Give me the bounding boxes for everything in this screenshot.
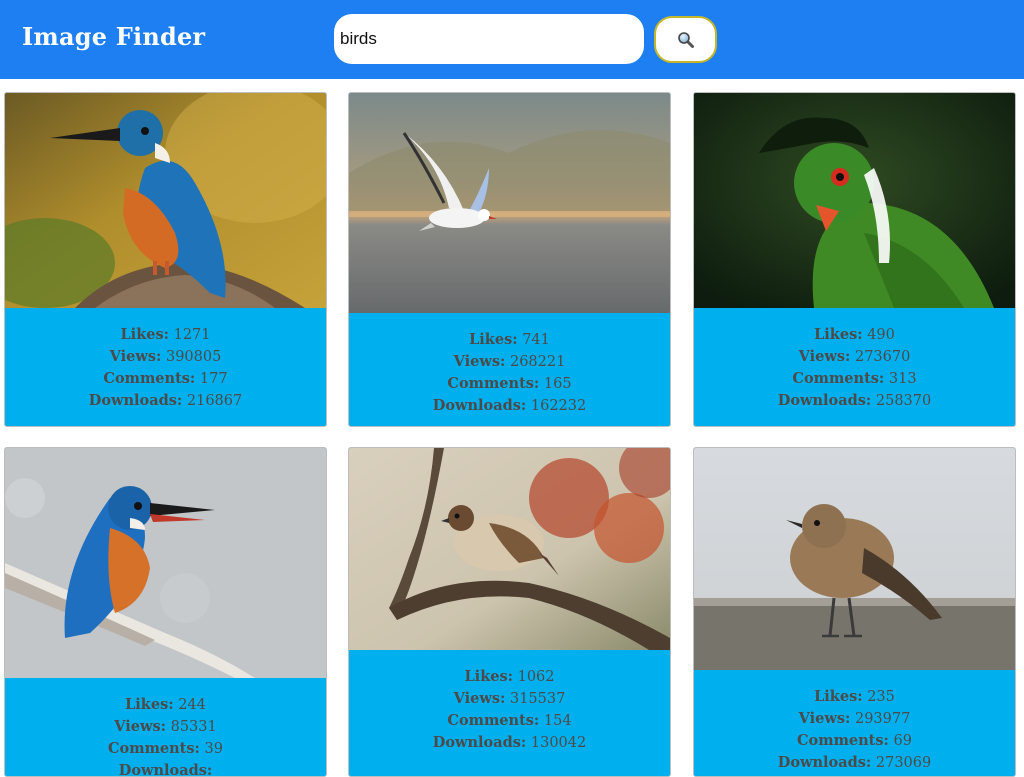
image-stats: Likes: 235 Views: 293977 Comments: 69 Do… [694, 670, 1015, 774]
downloads-value: 258370 [875, 393, 932, 409]
downloads-label: Downloads: [432, 397, 527, 414]
comments-label: Comments: [797, 732, 889, 749]
comments-label: Comments: [792, 370, 885, 387]
likes-value: 244 [178, 697, 206, 713]
downloads-value: 162232 [530, 398, 587, 414]
downloads-stat: Downloads: 130042 [349, 732, 670, 754]
downloads-stat: Downloads: 216867 [5, 390, 326, 412]
downloads-value: 130042 [530, 735, 587, 751]
comments-value: 313 [888, 371, 917, 387]
kingfisher-branch-image [5, 448, 326, 678]
views-stat: Views: 85331 [5, 716, 326, 738]
views-label: Views: [114, 718, 166, 735]
views-stat: Views: 315537 [349, 688, 670, 710]
likes-stat: Likes: 741 [349, 329, 670, 351]
likes-label: Likes: [464, 668, 513, 685]
likes-value: 1062 [517, 669, 555, 685]
brown-bird-image [694, 448, 1015, 670]
likes-stat: Likes: 244 [5, 694, 326, 716]
comments-stat: Comments: 154 [349, 710, 670, 732]
app-header: Image Finder [0, 0, 1024, 79]
downloads-label: Downloads: [777, 392, 872, 409]
downloads-value: 273069 [875, 755, 932, 771]
downloads-stat: Downloads: 162232 [349, 395, 670, 417]
downloads-stat: Downloads: [5, 760, 326, 777]
downloads-label: Downloads: [118, 762, 213, 777]
image-stats: Likes: 1062 Views: 315537 Comments: 154 … [349, 650, 670, 754]
views-label: Views: [798, 710, 851, 727]
image-card[interactable]: Likes: 1062 Views: 315537 Comments: 154 … [348, 447, 671, 777]
downloads-label: Downloads: [432, 734, 527, 751]
comments-label: Comments: [103, 370, 196, 387]
views-label: Views: [453, 690, 506, 707]
comments-label: Comments: [108, 740, 200, 757]
search-input[interactable] [334, 14, 644, 64]
image-stats: Likes: 741 Views: 268221 Comments: 165 D… [349, 313, 670, 417]
views-value: 273670 [854, 349, 911, 365]
comments-value: 165 [543, 376, 572, 392]
views-value: 293977 [854, 711, 911, 727]
comments-stat: Comments: 69 [694, 730, 1015, 752]
views-stat: Views: 273670 [694, 346, 1015, 368]
image-card[interactable]: Likes: 244 Views: 85331 Comments: 39 Dow… [4, 447, 327, 777]
seagull-image [349, 93, 670, 313]
views-label: Views: [453, 353, 506, 370]
downloads-label: Downloads: [777, 754, 872, 771]
views-stat: Views: 293977 [694, 708, 1015, 730]
views-value: 268221 [509, 354, 566, 370]
likes-label: Likes: [814, 688, 863, 705]
views-stat: Views: 390805 [5, 346, 326, 368]
sparrow-image [349, 448, 670, 650]
likes-stat: Likes: 490 [694, 324, 1015, 346]
likes-stat: Likes: 1062 [349, 666, 670, 688]
views-value: 85331 [170, 719, 217, 735]
comments-stat: Comments: 39 [5, 738, 326, 760]
image-stats: Likes: 244 Views: 85331 Comments: 39 Dow… [5, 678, 326, 777]
likes-value: 490 [867, 327, 895, 343]
turaco-image [694, 93, 1015, 308]
likes-label: Likes: [120, 326, 169, 343]
likes-label: Likes: [125, 696, 174, 713]
views-value: 390805 [165, 349, 222, 365]
comments-value: 154 [543, 713, 572, 729]
views-value: 315537 [509, 691, 566, 707]
downloads-stat: Downloads: 258370 [694, 390, 1015, 412]
likes-label: Likes: [814, 326, 863, 343]
likes-label: Likes: [469, 331, 518, 348]
downloads-value: 216867 [186, 393, 243, 409]
image-card[interactable]: Likes: 741 Views: 268221 Comments: 165 D… [348, 92, 671, 427]
likes-value: 1271 [173, 327, 211, 343]
image-stats: Likes: 490 Views: 273670 Comments: 313 D… [694, 308, 1015, 412]
app-title: Image Finder [22, 22, 206, 51]
comments-stat: Comments: 177 [5, 368, 326, 390]
comments-label: Comments: [447, 712, 540, 729]
likes-stat: Likes: 1271 [5, 324, 326, 346]
likes-value: 741 [522, 332, 550, 348]
views-label: Views: [109, 348, 162, 365]
search-icon [677, 31, 694, 48]
comments-value: 39 [204, 741, 223, 757]
downloads-label: Downloads: [88, 392, 183, 409]
comments-stat: Comments: 165 [349, 373, 670, 395]
kingfisher-image [5, 93, 326, 308]
downloads-stat: Downloads: 273069 [694, 752, 1015, 774]
likes-stat: Likes: 235 [694, 686, 1015, 708]
comments-value: 69 [893, 733, 912, 749]
image-card[interactable]: Likes: 235 Views: 293977 Comments: 69 Do… [693, 447, 1016, 777]
image-card[interactable]: Likes: 1271 Views: 390805 Comments: 177 … [4, 92, 327, 427]
comments-stat: Comments: 313 [694, 368, 1015, 390]
image-stats: Likes: 1271 Views: 390805 Comments: 177 … [5, 308, 326, 412]
likes-value: 235 [867, 689, 895, 705]
comments-value: 177 [199, 371, 228, 387]
image-card[interactable]: Likes: 490 Views: 273670 Comments: 313 D… [693, 92, 1016, 427]
comments-label: Comments: [447, 375, 540, 392]
views-stat: Views: 268221 [349, 351, 670, 373]
views-label: Views: [798, 348, 851, 365]
search-button[interactable] [654, 16, 717, 63]
